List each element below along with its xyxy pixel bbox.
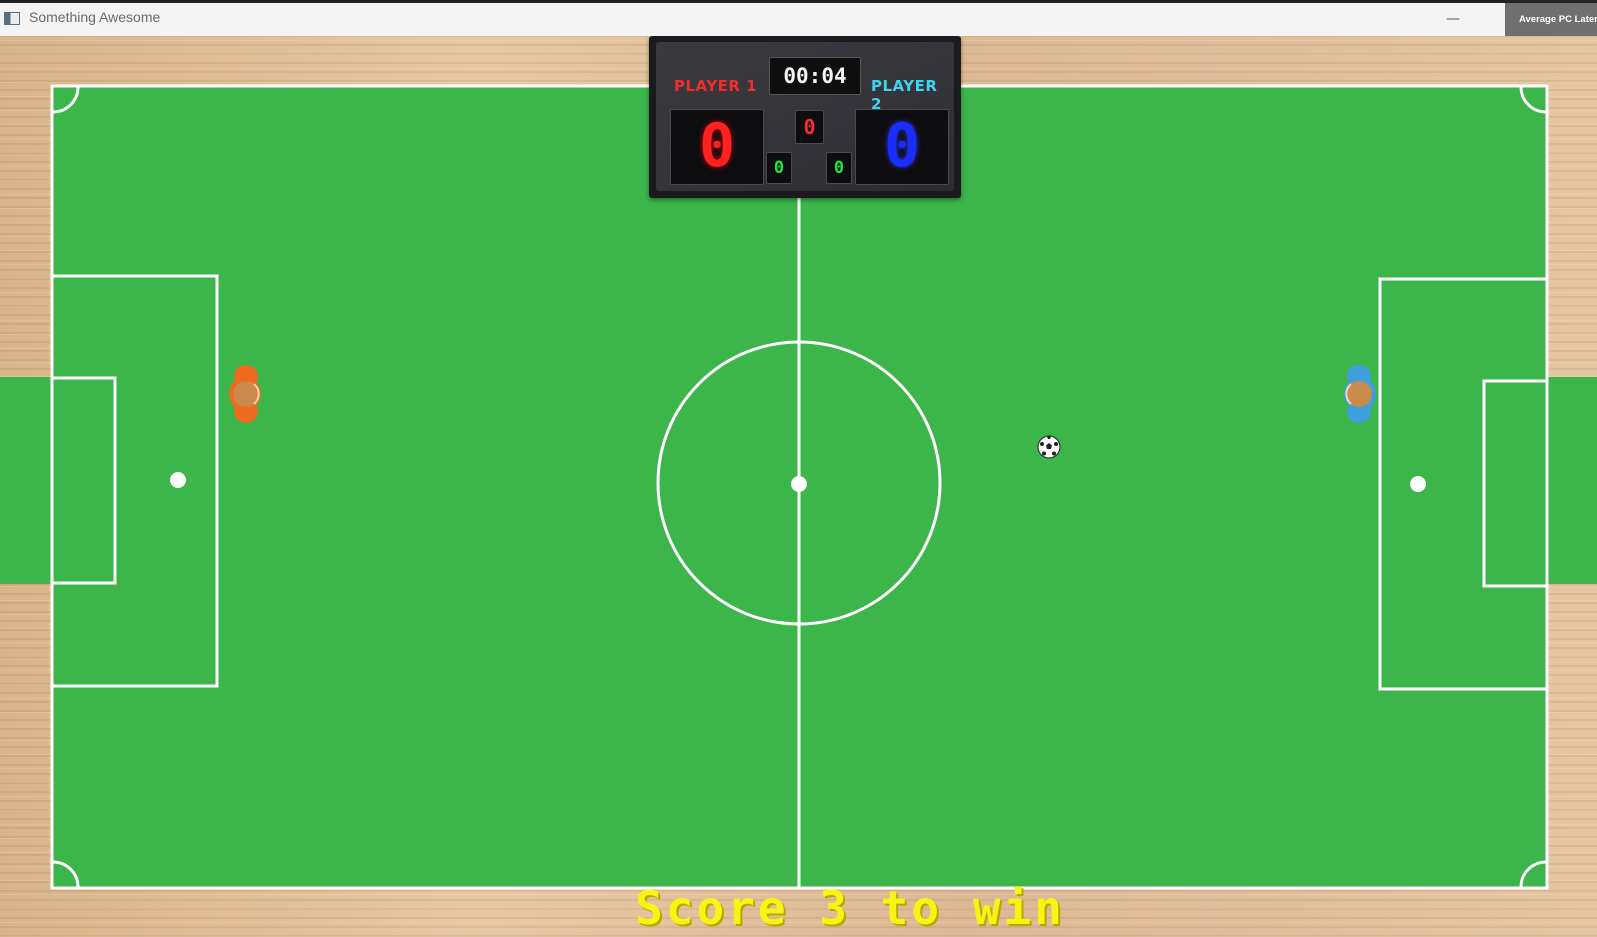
left-penalty-box <box>50 274 219 688</box>
left-green-counter: 0 <box>766 152 792 184</box>
title-bar: Something Awesome — Average PC Laten <box>0 0 1597 43</box>
win-condition-message: Score 3 to win <box>635 881 1065 935</box>
window-title: Something Awesome <box>29 9 161 25</box>
center-red-counter: 0 <box>795 110 824 144</box>
player1-label: PLAYER 1 <box>674 77 758 95</box>
soccer-ball-icon <box>1037 435 1061 459</box>
right-green-counter: 0 <box>826 152 852 184</box>
corner-arc-top-left <box>52 86 80 114</box>
scoreboard: PLAYER 1 00:04 PLAYER 2 0 0 0 0 0 <box>649 36 961 198</box>
player2-score: 0 <box>855 109 949 185</box>
player2-sprite <box>1344 365 1376 423</box>
left-penalty-spot <box>170 472 186 488</box>
player1-sprite <box>229 365 261 423</box>
match-timer: 00:04 <box>769 57 861 95</box>
minimize-button[interactable]: — <box>1437 3 1469 36</box>
right-penalty-box <box>1378 277 1549 691</box>
game-canvas[interactable]: PLAYER 1 00:04 PLAYER 2 0 0 0 0 0 Score … <box>0 36 1597 937</box>
player1-score: 0 <box>670 109 764 185</box>
right-goal-box <box>1482 379 1549 588</box>
player2-label: PLAYER 2 <box>871 77 938 113</box>
scoreboard-panel: PLAYER 1 00:04 PLAYER 2 0 0 0 0 0 <box>656 42 954 191</box>
corner-arc-top-right <box>1519 86 1547 114</box>
left-goal-box <box>50 376 117 585</box>
game-window: Something Awesome — Average PC Laten PLA… <box>0 0 1597 937</box>
center-spot <box>791 476 807 492</box>
right-penalty-spot <box>1410 476 1426 492</box>
app-window-icon <box>4 12 20 25</box>
